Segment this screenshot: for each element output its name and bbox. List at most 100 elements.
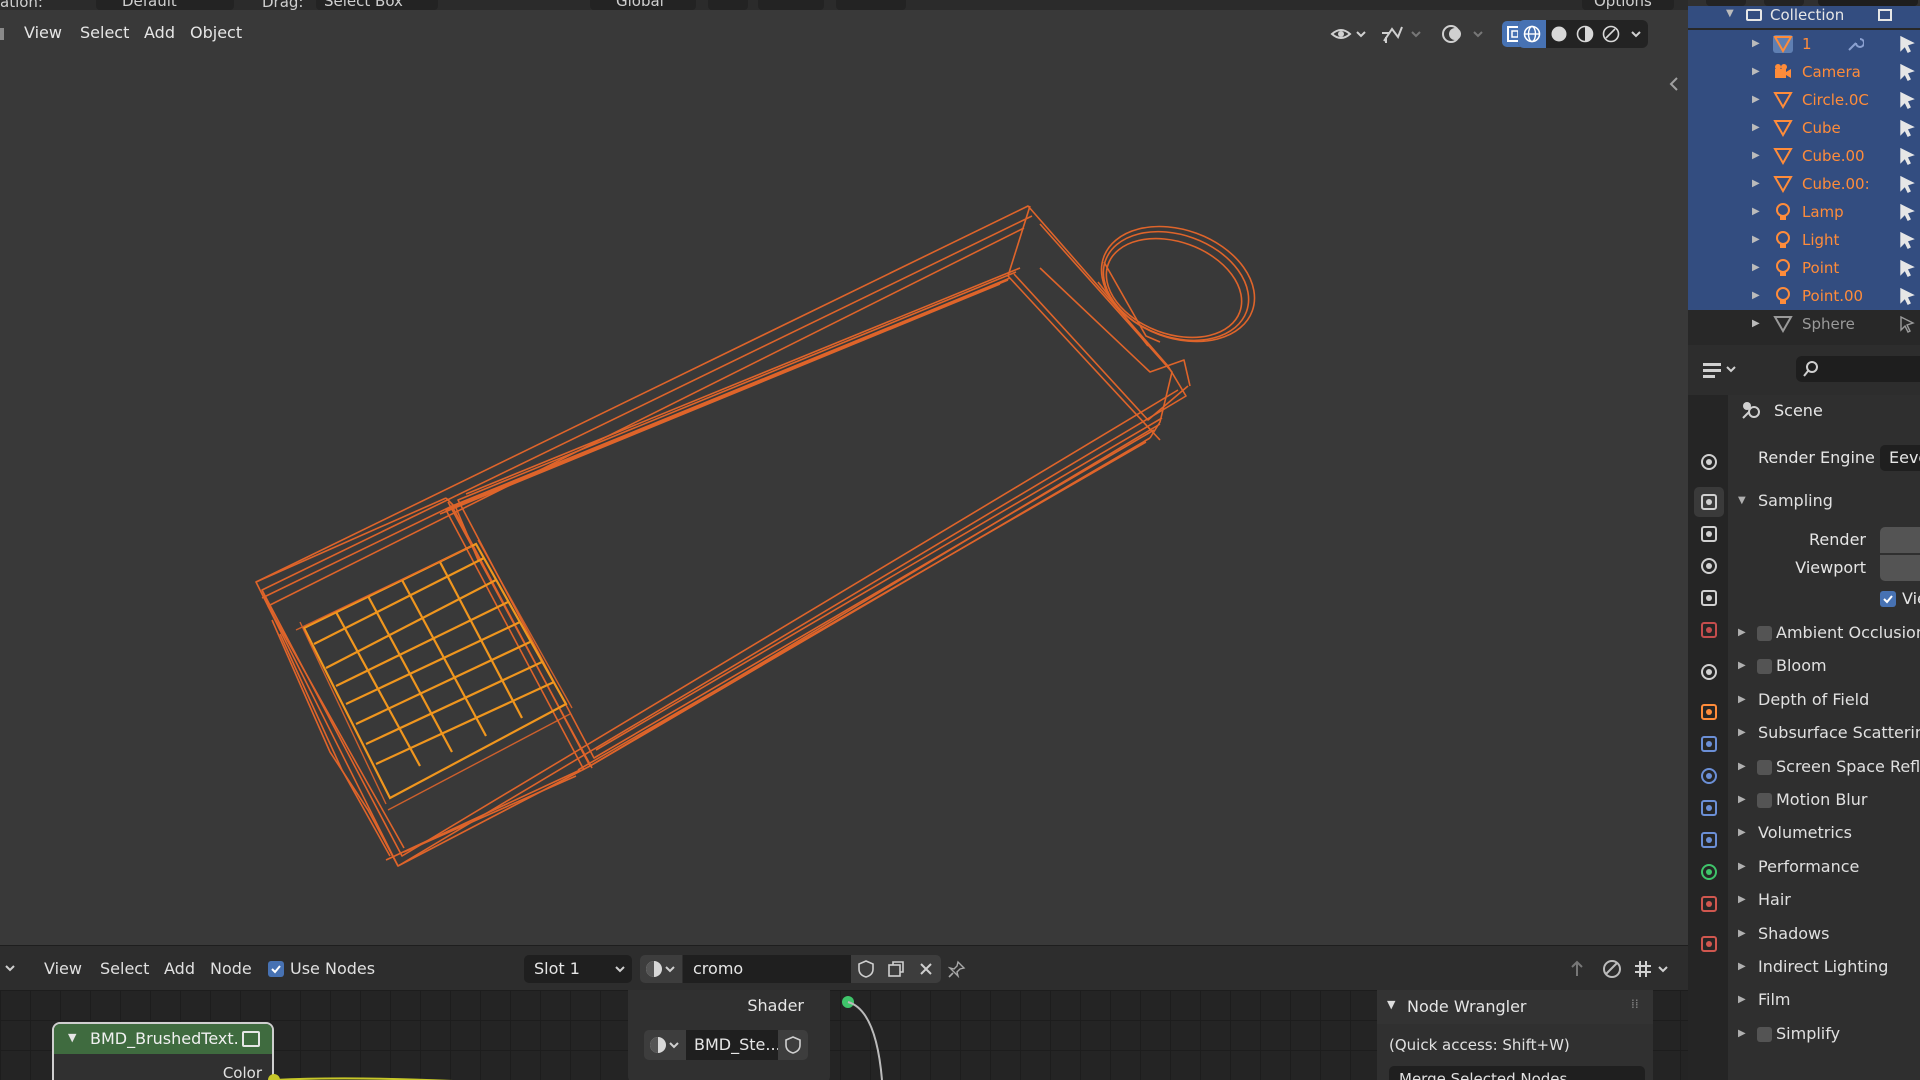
expand-arrow-icon[interactable]: ▶ — [1752, 198, 1760, 226]
pivot-dropdown[interactable] — [708, 0, 748, 10]
selectable-arrow-icon[interactable] — [1898, 259, 1916, 277]
outliner-row[interactable]: ▶ Cube — [1688, 114, 1920, 142]
parent-node-tree-icon[interactable] — [1564, 955, 1590, 983]
sampling-viewport-field[interactable] — [1880, 555, 1920, 581]
node-group-icon[interactable] — [242, 1031, 260, 1047]
material-node[interactable]: Shader BMD_Ste... — [628, 990, 830, 1080]
duplicate-material-icon[interactable] — [881, 955, 911, 983]
node-wrangler-header[interactable]: ▼ Node Wrangler ⁞⁞ — [1377, 990, 1653, 1024]
collapse-arrow-icon[interactable]: ▼ — [1726, 6, 1734, 22]
options-dropdown[interactable]: Options — [1582, 0, 1674, 10]
selectable-arrow-icon[interactable] — [1898, 231, 1916, 249]
selectable-arrow-icon[interactable] — [1898, 91, 1916, 109]
material-browse-icon[interactable] — [640, 955, 682, 983]
node-collapse-arrow-icon[interactable]: ▼ — [68, 1031, 76, 1044]
expand-arrow-icon[interactable]: ▶ — [1752, 86, 1760, 114]
outliner-row[interactable]: ▶ Point.00 — [1688, 282, 1920, 310]
properties-subpanel[interactable]: ▶ Ambient Occlusion — [1728, 618, 1920, 648]
node-menu-node[interactable]: Node — [204, 955, 258, 983]
node-menu-add[interactable]: Add — [158, 955, 201, 983]
outliner-row[interactable]: ▶ Cube.00 — [1688, 142, 1920, 170]
expand-arrow-icon[interactable]: ▶ — [1738, 685, 1746, 715]
backdrop-icon[interactable] — [1598, 955, 1626, 983]
object-icon[interactable] — [1694, 697, 1724, 727]
node-header[interactable]: ▼ BMD_BrushedText... — [54, 1024, 272, 1054]
panel-collapse-arrow-icon[interactable]: ▼ — [1387, 998, 1395, 1011]
expand-arrow-icon[interactable]: ▶ — [1738, 985, 1746, 1015]
outliner-row[interactable]: ▶ Light — [1688, 226, 1920, 254]
properties-subpanel[interactable]: ▶ Subsurface Scattering — [1728, 718, 1920, 748]
view-layer-icon[interactable] — [1694, 551, 1724, 581]
outliner-row[interactable]: ▶ Lamp — [1688, 198, 1920, 226]
properties-subpanel[interactable]: ▶ Volumetrics — [1728, 818, 1920, 848]
expand-arrow-icon[interactable]: ▶ — [1738, 651, 1746, 681]
particles-icon[interactable] — [1694, 761, 1724, 791]
expand-arrow-icon[interactable]: ▶ — [1752, 254, 1760, 282]
scene-tab-icon[interactable] — [1694, 583, 1724, 613]
node-editor-canvas[interactable]: ▼ BMD_BrushedText... Color Shader BMD_St… — [0, 990, 1688, 1080]
selectable-arrow-icon[interactable] — [1898, 63, 1916, 81]
brushed-texture-node[interactable]: ▼ BMD_BrushedText... Color — [52, 1022, 274, 1080]
expand-arrow-icon[interactable]: ▶ — [1738, 785, 1746, 815]
properties-subpanel[interactable]: ▶ Film — [1728, 985, 1920, 1015]
node-menu-view[interactable]: View — [38, 955, 88, 983]
merge-selected-nodes-dropdown[interactable]: Merge Selected Nodes — [1389, 1066, 1645, 1080]
expand-arrow-icon[interactable]: ▶ — [1752, 30, 1760, 58]
pin-icon[interactable] — [944, 955, 970, 983]
panel-enable-checkbox[interactable] — [1757, 626, 1772, 641]
outliner-row[interactable]: ▶ Cube.00: — [1688, 170, 1920, 198]
render-icon[interactable] — [1694, 487, 1724, 517]
drag-handle-icon[interactable]: ⁞⁞ — [1631, 997, 1639, 1011]
outliner-collection-row[interactable]: ▼ Collection — [1688, 6, 1920, 28]
selectable-arrow-icon[interactable] — [1898, 35, 1916, 53]
use-nodes-checkbox[interactable] — [268, 961, 284, 977]
transform-orientation-dropdown[interactable]: Global — [590, 0, 696, 10]
expand-arrow-icon[interactable]: ▶ — [1752, 226, 1760, 254]
properties-subpanel[interactable]: ▶ Bloom — [1728, 651, 1920, 681]
snap-node-icon[interactable] — [1630, 955, 1674, 983]
editor-type-icon[interactable] — [1698, 355, 1744, 383]
outliner-row[interactable]: ▶ Point — [1688, 254, 1920, 282]
material-name-field[interactable]: cromo — [683, 955, 851, 983]
selectable-arrow-icon[interactable] — [1898, 175, 1916, 193]
selectable-arrow-icon[interactable] — [1898, 287, 1916, 305]
3d-viewport[interactable]: View Select Add Object — [0, 10, 1688, 945]
render-engine-dropdown[interactable]: Eeve — [1880, 445, 1920, 471]
node-material-browse-icon[interactable] — [644, 1030, 686, 1060]
expand-arrow-icon[interactable]: ▶ — [1738, 818, 1746, 848]
tool-icon[interactable] — [1694, 447, 1724, 477]
expand-arrow-icon[interactable]: ▶ — [1752, 282, 1760, 310]
panel-enable-checkbox[interactable] — [1757, 759, 1772, 775]
expand-arrow-icon[interactable]: ▶ — [1752, 142, 1760, 170]
expand-arrow-icon[interactable]: ▶ — [1752, 170, 1760, 198]
expand-arrow-icon[interactable]: ▶ — [1738, 852, 1746, 882]
expand-arrow-icon[interactable]: ▶ — [1752, 114, 1760, 142]
properties-subpanel[interactable]: ▶ Shadows — [1728, 919, 1920, 949]
properties-subpanel[interactable]: ▶ Screen Space Refle — [1728, 752, 1920, 782]
expand-arrow-icon[interactable]: ▶ — [1738, 718, 1746, 748]
sampling-render-field[interactable] — [1880, 527, 1920, 553]
modifier-icon[interactable] — [1694, 729, 1724, 759]
snap-dropdown[interactable] — [758, 0, 824, 10]
sampling-panel-header[interactable]: ▼ Sampling — [1728, 486, 1920, 516]
properties-search-input[interactable] — [1796, 356, 1920, 382]
collection-checkbox-icon[interactable] — [1878, 9, 1892, 21]
selectable-arrow-icon[interactable] — [1898, 203, 1916, 221]
properties-subpanel[interactable]: ▶ Hair — [1728, 885, 1920, 915]
drag-dropdown[interactable]: Select Box — [316, 0, 438, 10]
node-material-name[interactable]: BMD_Ste... — [686, 1030, 778, 1060]
panel-enable-checkbox[interactable] — [1757, 793, 1772, 808]
selectable-arrow-icon[interactable] — [1898, 119, 1916, 137]
expand-arrow-icon[interactable]: ▶ — [1738, 952, 1746, 982]
expand-arrow-icon[interactable]: ▶ — [1752, 58, 1760, 86]
expand-arrow-icon[interactable]: ▶ — [1738, 618, 1746, 648]
output-icon[interactable] — [1694, 519, 1724, 549]
viewport-denoise-checkbox[interactable] — [1880, 591, 1896, 607]
properties-subpanel[interactable]: ▶ Indirect Lighting — [1728, 952, 1920, 982]
data-icon[interactable] — [1694, 857, 1724, 887]
fake-user-shield-icon[interactable] — [851, 955, 881, 983]
properties-subpanel[interactable]: ▶ Simplify — [1728, 1019, 1920, 1049]
expand-arrow-icon[interactable]: ▶ — [1738, 885, 1746, 915]
collection-tab-icon[interactable] — [1694, 657, 1724, 687]
expand-arrow-icon[interactable]: ▶ — [1738, 1019, 1746, 1049]
